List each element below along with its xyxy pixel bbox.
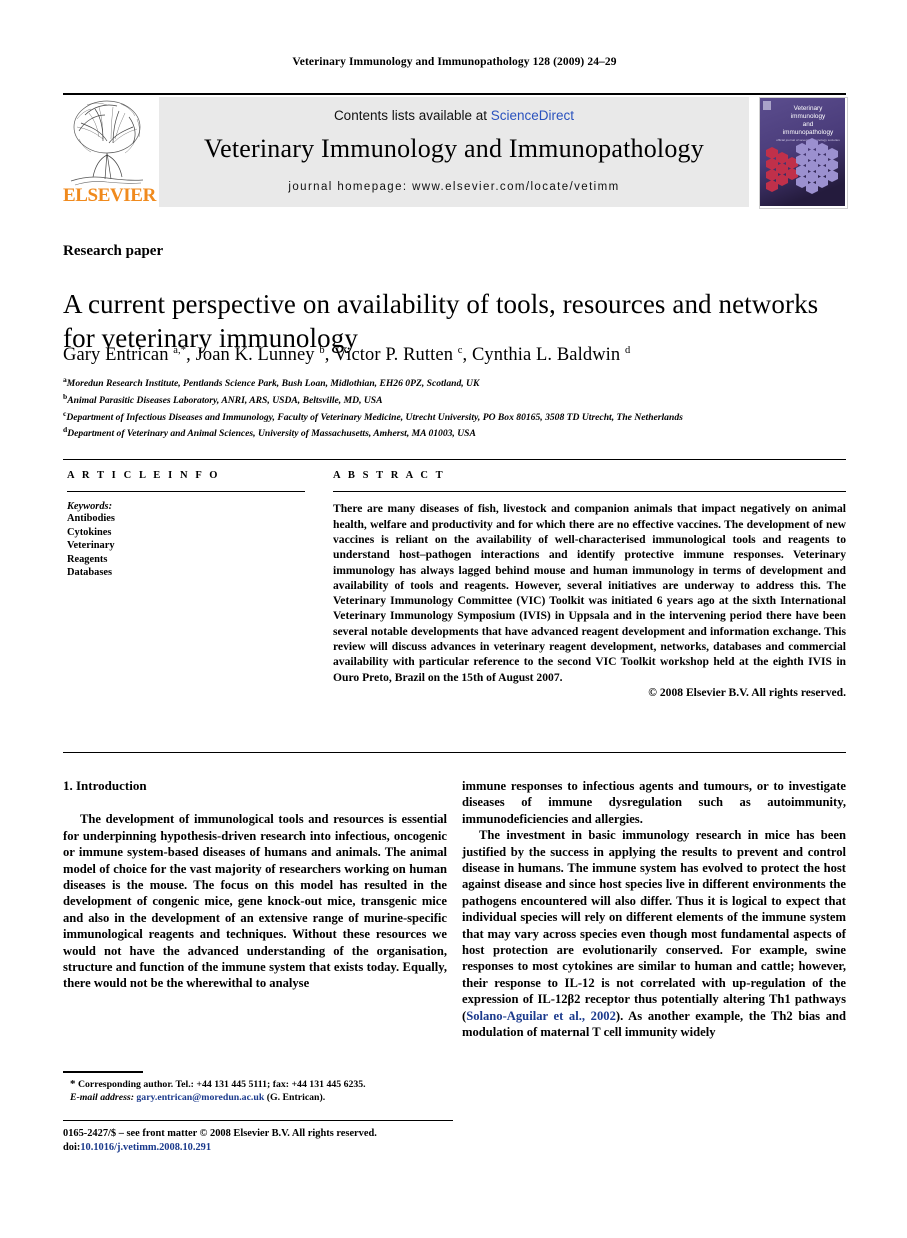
body-column-right: immune responses to infectious agents an… [462, 778, 846, 1041]
affiliation-list: aMoredun Research Institute, Pentlands S… [63, 374, 863, 441]
footnote-block: * Corresponding author. Tel.: +44 131 44… [63, 1078, 453, 1104]
masthead-top-rule [63, 93, 846, 95]
email-label: E-mail address: [70, 1092, 134, 1103]
email-note: E-mail address: gary.entrican@moredun.ac… [63, 1091, 453, 1104]
keywords-list: Antibodies Cytokines Veterinary Reagents Dat… [67, 512, 305, 579]
svg-text:immunopathology: immunopathology [783, 129, 834, 136]
affiliation-d: dDepartment of Veterinary and Animal Sci… [63, 425, 476, 440]
author-list: Gary Entrican a,*, Joan K. Lunney b, Vic… [63, 345, 631, 366]
doi-line: doi:10.1016/j.vetimm.2008.10.291 [63, 1141, 463, 1155]
keyword-item: Veterinary [67, 540, 115, 552]
contents-lists-line: Contents lists available at ScienceDirec… [159, 108, 749, 123]
journal-homepage-line[interactable]: journal homepage: www.elsevier.com/locat… [159, 181, 749, 193]
footnote-marker: * [70, 1078, 76, 1090]
body-column-left: 1. Introduction The development of immun… [63, 778, 447, 992]
paragraph-with-citation: The investment in basic immunology resea… [462, 827, 846, 1040]
abstract-body: There are many diseases of fish, livesto… [333, 502, 846, 684]
paper-type-label: Research paper [63, 243, 164, 259]
affiliation-a: aMoredun Research Institute, Pentlands S… [63, 375, 480, 390]
sciencedirect-link[interactable]: ScienceDirect [491, 108, 574, 123]
keyword-item: Reagents [67, 553, 108, 565]
footnote-rule [63, 1071, 143, 1073]
paragraph-part-1: The investment in basic immunology resea… [462, 828, 846, 1023]
corresponding-author-text: Corresponding author. Tel.: +44 131 445 … [77, 1079, 366, 1090]
elsevier-tree-icon [70, 100, 144, 186]
issn-line: 0165-2427/$ – see front matter © 2008 El… [63, 1128, 377, 1139]
email-owner: (G. Entrican). [266, 1092, 326, 1103]
journal-title: Veterinary Immunology and Immunopatholog… [204, 134, 704, 163]
svg-text:Veterinary: Veterinary [794, 105, 824, 112]
footer-rule [63, 1120, 453, 1122]
paragraph: immune responses to infectious agents an… [462, 779, 846, 826]
doi-link[interactable]: 10.1016/j.vetimm.2008.10.291 [80, 1142, 211, 1153]
doi-prefix: doi: [63, 1141, 81, 1153]
running-head: Veterinary Immunology and Immunopatholog… [292, 56, 617, 68]
keyword-item: Antibodies [67, 513, 115, 525]
article-info-column: A R T I C L E I N F O Keywords: Antibodi… [67, 470, 305, 579]
keywords-label: Keywords: [67, 501, 113, 513]
info-band-bottom-rule [63, 752, 846, 754]
email-link[interactable]: gary.entrican@moredun.ac.uk [136, 1092, 264, 1103]
paper-page: Veterinary Immunology and Immunopatholog… [0, 0, 907, 1238]
article-info-underline [67, 491, 305, 493]
section-heading-introduction: 1. Introduction [63, 778, 147, 793]
keyword-item: Cytokines [67, 526, 112, 538]
affiliation-b: bAnimal Parasitic Diseases Laboratory, A… [63, 391, 383, 406]
elsevier-logo: ELSEVIER [63, 97, 156, 207]
abstract-column: A B S T R A C T There are many diseases … [333, 470, 846, 699]
citation-link[interactable]: Solano-Aguilar et al., 2002 [466, 1009, 616, 1023]
journal-cover-art: Veterinary immunology and immunopatholog… [760, 98, 845, 206]
abstract-copyright: © 2008 Elsevier B.V. All rights reserved… [648, 685, 846, 699]
info-band-top-rule [63, 459, 846, 461]
issn-copyright-block: 0165-2427/$ – see front matter © 2008 El… [63, 1127, 463, 1154]
abstract-underline [333, 491, 846, 493]
paragraph: The development of immunological tools a… [63, 812, 447, 991]
corresponding-author-note: * Corresponding author. Tel.: +44 131 44… [63, 1078, 453, 1091]
svg-text:and: and [803, 121, 814, 128]
article-info-heading: A R T I C L E I N F O [67, 470, 221, 481]
abstract-heading: A B S T R A C T [333, 470, 446, 481]
affiliation-c: cDepartment of Infectious Diseases and I… [63, 408, 683, 423]
svg-text:immunology: immunology [791, 113, 826, 120]
masthead-band: Contents lists available at ScienceDirec… [159, 97, 749, 207]
contents-prefix: Contents lists available at [333, 108, 491, 123]
journal-masthead: ELSEVIER Contents lists available at Sci… [63, 97, 848, 209]
keyword-item: Databases [67, 567, 113, 579]
elsevier-wordmark: ELSEVIER [63, 185, 156, 206]
journal-cover-thumbnail: Veterinary immunology and immunopatholog… [759, 97, 848, 209]
